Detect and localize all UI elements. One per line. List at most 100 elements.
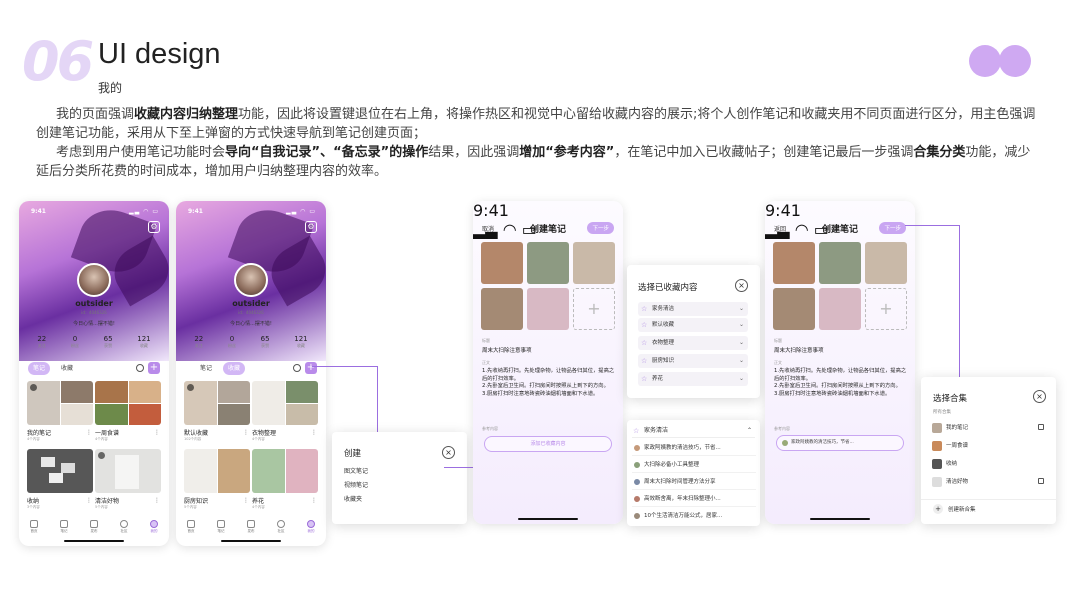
- collection-option[interactable]: 一周食谱: [932, 438, 1044, 454]
- more-icon[interactable]: ⋮: [311, 429, 317, 436]
- collection-card[interactable]: 收纳 3个内容 ⋮: [27, 449, 93, 510]
- stat-fans[interactable]: 0 粉丝: [228, 335, 236, 349]
- list-item[interactable]: 周末大扫除时间管理方法分享: [632, 474, 756, 490]
- tabbar-community[interactable]: 社区: [277, 520, 285, 534]
- create-collection-button[interactable]: + 创建新合集: [933, 504, 976, 516]
- tab-notes[interactable]: 笔记: [28, 362, 51, 375]
- category-row[interactable]: ☆ 养花 ⌄: [638, 372, 748, 386]
- collection-card[interactable]: 厨房知识 5个内容 ⋮: [184, 449, 250, 510]
- settings-icon[interactable]: ⚙: [148, 221, 160, 233]
- collection-card[interactable]: 养花 4个内容 ⋮: [252, 449, 318, 510]
- ref-label: 参考内容: [482, 426, 498, 431]
- tab-collect[interactable]: 收藏: [223, 362, 246, 375]
- more-icon[interactable]: ⋮: [154, 429, 160, 436]
- tabbar-publish[interactable]: 发布: [247, 520, 255, 534]
- title-label: 标题: [482, 338, 490, 343]
- search-icon[interactable]: [136, 364, 144, 372]
- settings-icon[interactable]: ⚙: [305, 221, 317, 233]
- tabbar-publish[interactable]: 发布: [90, 520, 98, 534]
- photo[interactable]: [481, 288, 523, 330]
- star-icon: ☆: [641, 375, 648, 383]
- list-item[interactable]: 高效断舍离，年末扫除整理小...: [632, 491, 756, 507]
- add-photo-button[interactable]: +: [573, 288, 615, 330]
- create-button[interactable]: +: [305, 362, 317, 374]
- stat-following[interactable]: 22 关注: [194, 335, 203, 349]
- avatar[interactable]: [77, 263, 111, 297]
- photo[interactable]: [527, 288, 569, 330]
- phone-create-note: 9:41 ▂▃ ◠ ▭ 取消 创建笔记 下一步 + 标题 周末大扫除注意事项 正…: [473, 201, 623, 524]
- stat-likes[interactable]: 65 获赞: [261, 335, 270, 349]
- menu-item-video-note[interactable]: 视频笔记: [344, 480, 368, 489]
- more-icon[interactable]: ⋮: [311, 497, 317, 504]
- tabbar-home[interactable]: 首页: [187, 520, 195, 534]
- close-icon[interactable]: ×: [1033, 390, 1046, 403]
- add-reference-button[interactable]: 添加已收藏内容: [484, 436, 612, 452]
- star-icon: ☆: [633, 427, 640, 435]
- photo[interactable]: [865, 242, 907, 284]
- list-item[interactable]: 10个生活清洁万能公式，居家...: [632, 508, 756, 524]
- collection-card[interactable]: 默认收藏 102个内容 ⋮: [184, 381, 250, 442]
- collection-option[interactable]: 我的笔记: [932, 420, 1044, 436]
- close-icon[interactable]: ×: [442, 446, 455, 459]
- tabbar-community[interactable]: 社区: [120, 520, 128, 534]
- lock-icon: [1038, 424, 1044, 430]
- collection-card[interactable]: 清洁好物 5个内容 ⋮: [95, 449, 161, 510]
- photo[interactable]: [527, 242, 569, 284]
- category-row[interactable]: ☆ 衣物整理 ⌄: [638, 336, 748, 350]
- reference-chip[interactable]: 家政阿姨教的清洁技巧，节省...: [776, 435, 904, 451]
- tab-notes[interactable]: 笔记: [195, 362, 217, 375]
- more-icon[interactable]: ⋮: [243, 497, 249, 504]
- dot-icon: [999, 45, 1031, 77]
- collection-option[interactable]: 清洁好物: [932, 474, 1044, 490]
- photo[interactable]: [819, 242, 861, 284]
- tabbar-home[interactable]: 首页: [30, 520, 38, 534]
- expanded-category-header[interactable]: ☆ 家务清洁 ⌃: [632, 424, 755, 438]
- title-input[interactable]: 周末大扫除注意事项: [482, 346, 532, 354]
- category-row[interactable]: ☆ 家务清洁 ⌄: [638, 302, 748, 316]
- stat-likes[interactable]: 65 获赞: [104, 335, 113, 349]
- next-button[interactable]: 下一步: [879, 222, 906, 234]
- photo[interactable]: [819, 288, 861, 330]
- mood-text[interactable]: 今日心情...摆不错!: [176, 320, 326, 327]
- stat-following[interactable]: 22 关注: [37, 335, 46, 349]
- tab-collect[interactable]: 收藏: [56, 362, 78, 375]
- stat-collects[interactable]: 121 收藏: [137, 335, 150, 349]
- bottom-tabbar: 首页 笔记 发布 社区 我的: [176, 520, 326, 534]
- tabbar-me[interactable]: 我的: [307, 520, 315, 534]
- list-item[interactable]: 大扫除必备小工具整理: [632, 457, 756, 473]
- more-icon[interactable]: ⋮: [154, 497, 160, 504]
- category-row[interactable]: ☆ 默认收藏 ⌄: [638, 318, 748, 332]
- mood-text[interactable]: 今日心情...摆不错!: [19, 320, 169, 327]
- more-icon[interactable]: ⋮: [243, 429, 249, 436]
- add-photo-button[interactable]: +: [865, 288, 907, 330]
- body-input[interactable]: 1.先收纳再打扫。先处理杂物，让物品各归其位，提高之后的打扫效率。 2.先卧室后…: [482, 368, 616, 398]
- stat-fans[interactable]: 0 粉丝: [71, 335, 79, 349]
- search-icon[interactable]: [293, 364, 301, 372]
- photo[interactable]: [773, 288, 815, 330]
- collection-card[interactable]: 衣物整理 4个内容 ⋮: [252, 381, 318, 442]
- tabbar-notes[interactable]: 笔记: [217, 520, 225, 534]
- body-input[interactable]: 1.先收纳再打扫。先处理杂物，让物品各归其位，提高之后的打扫效率。 2.先卧室后…: [774, 368, 908, 398]
- more-icon[interactable]: ⋮: [86, 429, 92, 436]
- collection-card[interactable]: 我的笔记 4个内容 ⋮: [27, 381, 93, 442]
- category-row[interactable]: ☆ 厨房知识 ⌄: [638, 354, 748, 368]
- photo[interactable]: [773, 242, 815, 284]
- notes-icon: [217, 520, 225, 528]
- create-button[interactable]: +: [148, 362, 160, 374]
- title-input[interactable]: 周末大扫除注意事项: [774, 346, 824, 354]
- collection-card[interactable]: 一周食谱 4个内容 ⋮: [95, 381, 161, 442]
- menu-item-image-note[interactable]: 图文笔记: [344, 466, 368, 475]
- collection-option[interactable]: 收纳: [932, 456, 1044, 472]
- stat-collects[interactable]: 121 收藏: [294, 335, 307, 349]
- avatar[interactable]: [234, 263, 268, 297]
- close-icon[interactable]: ×: [735, 279, 748, 292]
- list-item[interactable]: 家政阿姨教的清洁技巧，节省...: [632, 440, 756, 456]
- tabbar-me[interactable]: 我的: [150, 520, 158, 534]
- more-icon[interactable]: ⋮: [86, 497, 92, 504]
- menu-item-folder[interactable]: 收藏夹: [344, 494, 362, 503]
- next-button[interactable]: 下一步: [587, 222, 614, 234]
- tabbar-notes[interactable]: 笔记: [60, 520, 68, 534]
- photo[interactable]: [481, 242, 523, 284]
- photo[interactable]: [573, 242, 615, 284]
- chevron-up-icon: ⌃: [746, 427, 752, 434]
